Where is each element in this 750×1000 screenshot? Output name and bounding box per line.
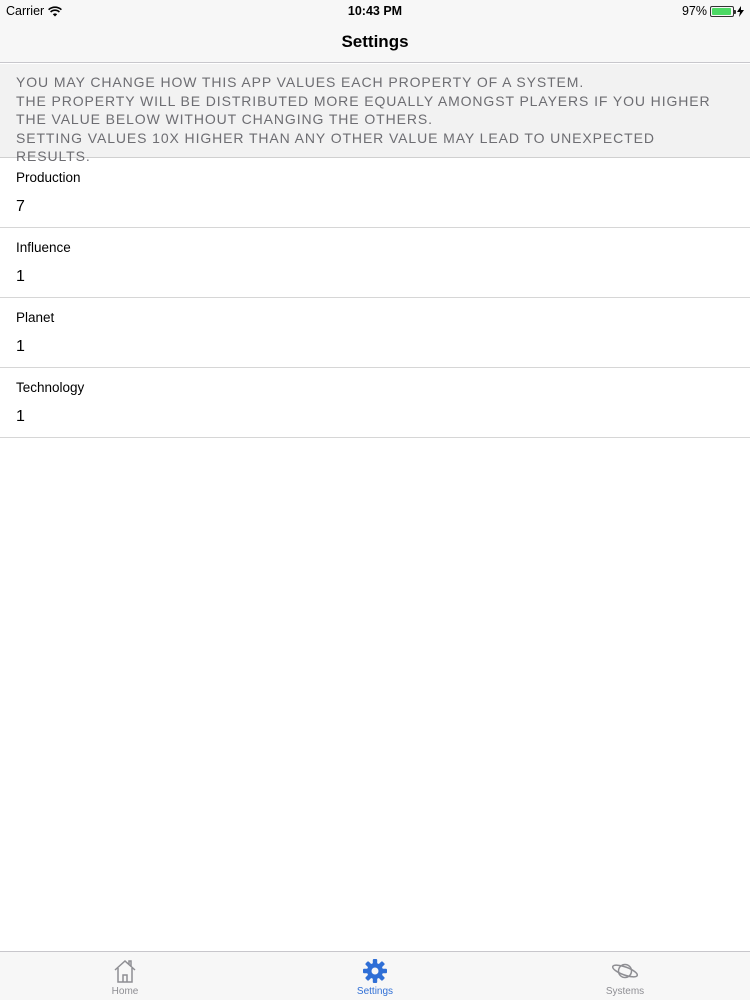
property-label: Technology — [16, 380, 85, 395]
battery-percent: 97% — [681, 4, 707, 18]
tab-bar: Home Settings Systems — [0, 951, 750, 1000]
property-row-influence: Influence — [0, 228, 750, 298]
production-value-input[interactable] — [16, 198, 716, 216]
tab-systems[interactable]: Systems — [500, 952, 750, 1000]
note-line-1: YOU MAY CHANGE HOW THIS APP VALUES EACH … — [16, 74, 585, 90]
settings-note: YOU MAY CHANGE HOW THIS APP VALUES EACH … — [0, 64, 750, 164]
tab-label: Home — [111, 986, 139, 997]
property-label: Planet — [16, 310, 55, 325]
tab-home[interactable]: Home — [0, 952, 250, 1000]
planet-value-input[interactable] — [16, 338, 716, 356]
status-right: 97% — [682, 4, 744, 18]
property-label: Influence — [16, 240, 71, 255]
battery-icon — [710, 5, 736, 17]
tab-settings[interactable]: Settings — [250, 952, 500, 1000]
influence-value-input[interactable] — [16, 268, 716, 286]
property-row-planet: Planet — [0, 298, 750, 368]
tab-label: Settings — [356, 986, 394, 997]
gear-icon — [363, 959, 387, 983]
charging-icon — [737, 5, 744, 17]
battery-fill — [712, 7, 732, 15]
technology-value-input[interactable] — [16, 408, 716, 426]
property-label: Production — [16, 170, 81, 185]
status-bar: Carrier 10:43 PM 97% — [0, 0, 750, 22]
tab-label: Systems — [605, 986, 645, 997]
planet-icon — [611, 963, 639, 979]
note-line-2: THE PROPERTY WILL BE DISTRIBUTED MORE EQ… — [16, 92, 711, 128]
status-time: 10:43 PM — [347, 4, 403, 18]
property-row-production: Production — [0, 158, 750, 228]
navigation-bar: Settings — [0, 22, 750, 63]
property-row-technology: Technology — [0, 368, 750, 438]
home-icon — [114, 959, 136, 983]
property-list: Production Influence Planet Technology — [0, 158, 750, 438]
page-title: Settings — [341, 32, 409, 51]
